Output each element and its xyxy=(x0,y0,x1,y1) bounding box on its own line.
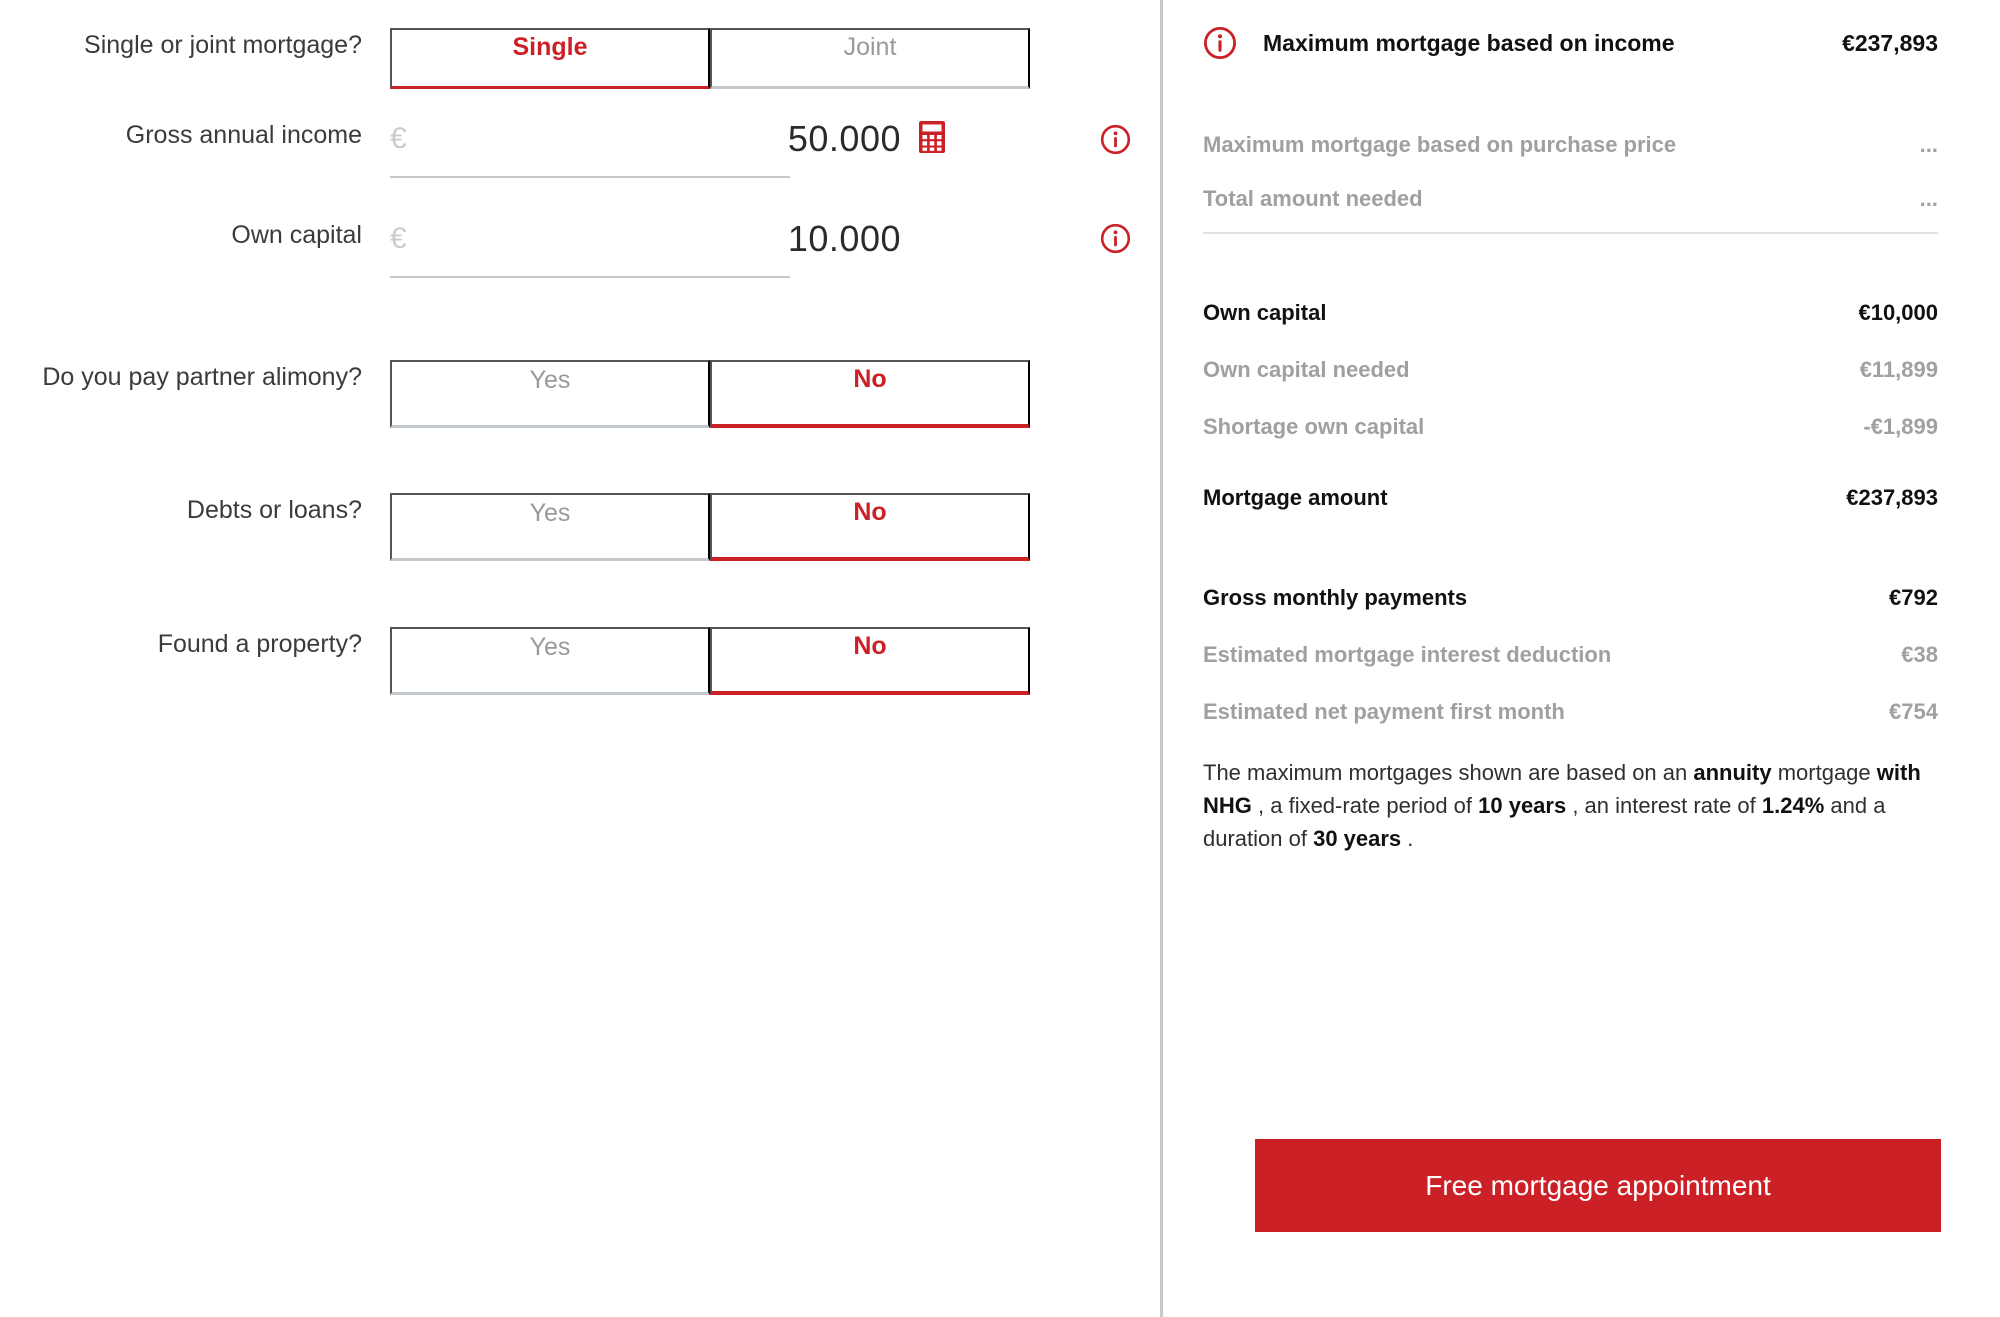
label-mortgage-type: Single or joint mortgage? xyxy=(84,31,362,59)
choice-group-found-property: Yes No xyxy=(390,627,1030,695)
disclaimer-part: mortgage xyxy=(1771,760,1877,785)
summary-row-mortgage-amount: Mortgage amount €237,893 xyxy=(1203,483,1938,513)
form-row-gross-annual-income: Gross annual income € xyxy=(0,118,945,178)
disclaimer-emphasis: 1.24% xyxy=(1761,793,1825,818)
choice-alimony-no[interactable]: No xyxy=(710,360,1030,428)
mortgage-input-form: Single or joint mortgage? Single Joint G… xyxy=(0,0,1160,1317)
choice-debts-no[interactable]: No xyxy=(710,493,1030,561)
summary-row-shortage-own-capital: Shortage own capital -€1,899 xyxy=(1203,412,1938,442)
summary-value: €38 xyxy=(1901,642,1938,667)
summary-row-interest-deduction: Estimated mortgage interest deduction €3… xyxy=(1203,640,1938,670)
summary-label: Own capital needed xyxy=(1203,357,1410,382)
label-own-capital: Own capital xyxy=(231,221,362,249)
disclaimer-emphasis: 30 years xyxy=(1313,826,1402,851)
label-debts-or-loans: Debts or loans? xyxy=(186,496,362,524)
summary-group-payments: Gross monthly payments €792 Estimated mo… xyxy=(1203,583,1938,727)
disclaimer-part: The maximum mortgages shown are based on… xyxy=(1203,760,1694,785)
disclaimer-part: , an interest rate of xyxy=(1566,793,1762,818)
form-row-mortgage-type: Single or joint mortgage? Single Joint xyxy=(0,28,1030,89)
summary-label: Total amount needed xyxy=(1203,186,1423,211)
disclaimer-part: . xyxy=(1401,826,1414,851)
choice-alimony-yes[interactable]: Yes xyxy=(390,360,710,428)
form-row-found-property: Found a property? Yes No xyxy=(0,627,1030,695)
label-gross-annual-income: Gross annual income xyxy=(125,121,362,149)
summary-value: €237,893 xyxy=(1846,485,1938,510)
form-row-own-capital: Own capital € xyxy=(0,218,901,278)
info-icon-own-capital[interactable] xyxy=(1100,223,1131,259)
summary-value: €754 xyxy=(1889,699,1938,724)
form-row-debts-or-loans: Debts or loans? Yes No xyxy=(0,493,1030,561)
form-row-partner-alimony: Do you pay partner alimony? Yes No xyxy=(0,360,1030,428)
euro-icon: € xyxy=(390,122,407,155)
summary-group-capital: Own capital €10,000 Own capital needed €… xyxy=(1203,298,1938,442)
disclaimer-part: , a fixed-rate period of xyxy=(1251,793,1479,818)
summary-value: ... xyxy=(1919,186,1938,211)
summary-row-net-payment-first-month: Estimated net payment first month €754 xyxy=(1203,697,1938,727)
summary-label: Maximum mortgage based on purchase price xyxy=(1203,132,1677,157)
summary-value: -€1,899 xyxy=(1863,414,1938,439)
summary-label: Mortgage amount xyxy=(1203,485,1388,510)
summary-label: Gross monthly payments xyxy=(1203,585,1468,610)
disclaimer-emphasis: 10 years xyxy=(1478,793,1567,818)
field-gross-annual-income[interactable]: € xyxy=(390,118,945,178)
info-icon-max-mortgage[interactable] xyxy=(1203,26,1237,65)
free-mortgage-appointment-button[interactable]: Free mortgage appointment xyxy=(1255,1139,1941,1232)
summary-row-own-capital: Own capital €10,000 xyxy=(1203,298,1938,328)
field-own-capital[interactable]: € xyxy=(390,218,901,278)
summary-label: Estimated mortgage interest deduction xyxy=(1203,642,1612,667)
summary-row-max-mortgage-purchase: Maximum mortgage based on purchase price… xyxy=(1203,130,1938,160)
choice-property-no[interactable]: No xyxy=(710,627,1030,695)
summary-label: Estimated net payment first month xyxy=(1203,699,1565,724)
choice-joint[interactable]: Joint xyxy=(710,28,1030,89)
label-partner-alimony: Do you pay partner alimony? xyxy=(42,363,362,391)
summary-value: €792 xyxy=(1889,585,1938,610)
disclaimer-emphasis: annuity xyxy=(1693,760,1772,785)
label-found-property: Found a property? xyxy=(157,630,362,658)
summary-label: Own capital xyxy=(1203,300,1327,325)
choice-property-yes[interactable]: Yes xyxy=(390,627,710,695)
choice-group-debts-or-loans: Yes No xyxy=(390,493,1030,561)
calculator-icon[interactable] xyxy=(919,120,945,158)
input-gross-annual-income[interactable] xyxy=(436,118,901,160)
choice-debts-yes[interactable]: Yes xyxy=(390,493,710,561)
mortgage-calculator-page: Single or joint mortgage? Single Joint G… xyxy=(0,0,2000,1317)
summary-group-pending: Maximum mortgage based on purchase price… xyxy=(1203,130,1938,214)
summary-divider xyxy=(1203,232,1938,234)
summary-label: Shortage own capital xyxy=(1203,414,1425,439)
summary-value: €237,893 xyxy=(1842,30,1938,56)
euro-icon: € xyxy=(390,222,407,255)
summary-row-own-capital-needed: Own capital needed €11,899 xyxy=(1203,355,1938,385)
mortgage-summary-panel: Maximum mortgage based on income €237,89… xyxy=(1163,0,2000,1317)
info-icon-gross-annual-income[interactable] xyxy=(1100,124,1131,160)
input-own-capital[interactable] xyxy=(436,218,901,260)
summary-value: €11,899 xyxy=(1859,357,1938,382)
disclaimer-text: The maximum mortgages shown are based on… xyxy=(1203,756,1952,855)
summary-row-gross-monthly-payments: Gross monthly payments €792 xyxy=(1203,583,1938,613)
choice-single[interactable]: Single xyxy=(390,28,710,89)
summary-value: €10,000 xyxy=(1858,300,1938,325)
summary-label: Maximum mortgage based on income xyxy=(1263,30,1675,56)
summary-value: ... xyxy=(1919,132,1938,157)
choice-group-partner-alimony: Yes No xyxy=(390,360,1030,428)
summary-row-max-mortgage-income: Maximum mortgage based on income €237,89… xyxy=(1263,28,1938,58)
summary-group-mortgage-amount: Mortgage amount €237,893 xyxy=(1203,483,1938,513)
choice-group-mortgage-type: Single Joint xyxy=(390,28,1030,89)
summary-row-total-amount-needed: Total amount needed ... xyxy=(1203,184,1938,214)
